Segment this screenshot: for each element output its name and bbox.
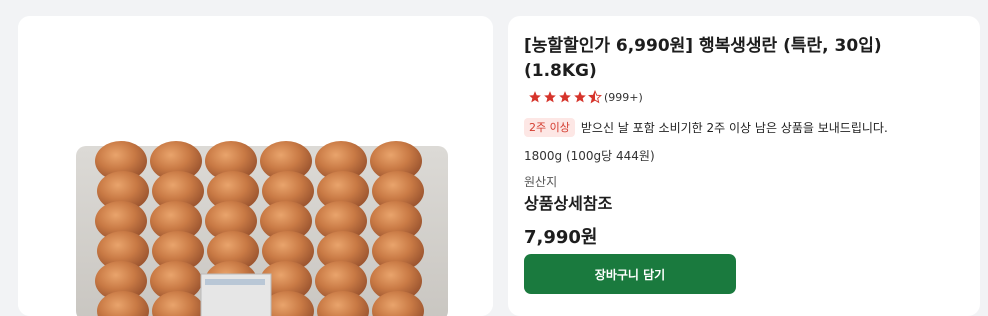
- product-title: [농할할인가 6,990원] 행복생생란 (특란, 30입) (1.8KG): [524, 36, 882, 81]
- star-icon: [559, 91, 571, 103]
- add-to-cart-button[interactable]: 장바구니 담기: [524, 254, 736, 294]
- star-rating: [528, 90, 603, 104]
- star-icon: [544, 91, 556, 103]
- shelf-life-text: 받으신 날 포함 소비기한 2주 이상 남은 상품을 보내드립니다.: [580, 121, 888, 135]
- shelf-life-info: 2주 이상 받으신 날 포함 소비기한 2주 이상 남은 상품을 보내드립니다.: [524, 118, 888, 137]
- shelf-life-badge: 2주 이상: [524, 118, 575, 137]
- origin-value: 상품상세참조: [524, 194, 613, 213]
- half-star-icon: [588, 90, 602, 104]
- egg-tray-image: [18, 16, 493, 316]
- star-icon: [529, 91, 541, 103]
- origin-label: 원산지: [524, 175, 558, 189]
- weight-info: 1800g (100g당 444원): [524, 149, 655, 163]
- star-icon: [574, 91, 586, 103]
- rating[interactable]: (999+): [528, 90, 643, 104]
- product-info-card: [농할할인가 6,990원] 행복생생란 (특란, 30입) (1.8KG) (…: [508, 16, 980, 316]
- product-image-card: [18, 16, 493, 316]
- price: 7,990원: [524, 227, 598, 248]
- review-count: (999+): [604, 90, 643, 104]
